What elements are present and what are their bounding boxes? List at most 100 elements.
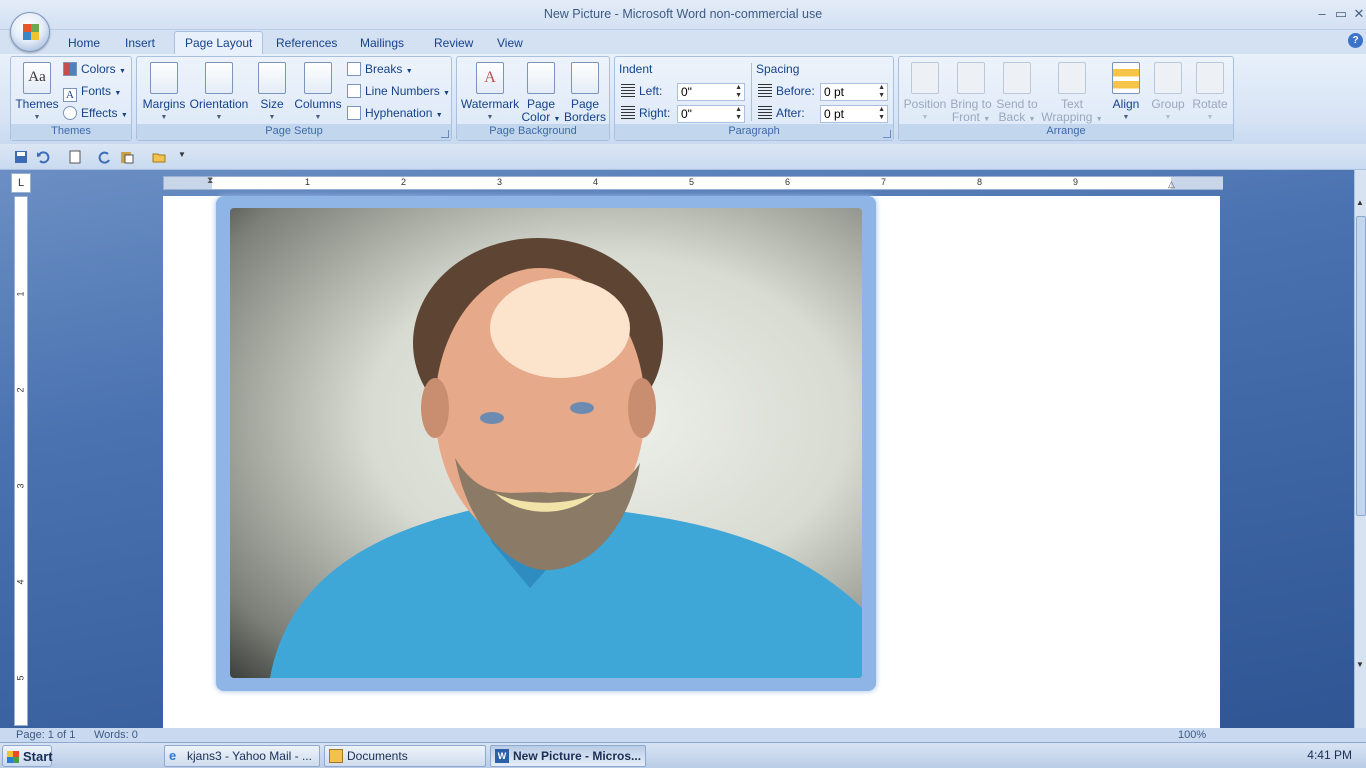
watermark-button[interactable]: A Watermark ▼ (459, 59, 521, 124)
fonts-button[interactable]: A Fonts ▼ (63, 82, 121, 102)
size-button[interactable]: Size ▼ (255, 59, 289, 124)
close-button[interactable]: ✕ (1350, 6, 1366, 22)
tab-insert[interactable]: Insert (115, 34, 165, 54)
zoom-level[interactable]: 100% (1178, 729, 1206, 741)
picture-frame[interactable] (216, 196, 876, 691)
minimize-button[interactable]: – (1313, 6, 1331, 21)
indent-right-spinner-icon[interactable]: ▲ ▼ (735, 106, 742, 122)
themes-button[interactable]: Aa Themes ▼ (15, 59, 59, 124)
ruler-number: 5 (15, 675, 26, 681)
page-borders-label-1: Page (570, 97, 600, 111)
taskbar-item-word[interactable]: W New Picture - Micros... (490, 745, 646, 767)
page-borders-button[interactable]: Page Borders (563, 59, 607, 124)
horizontal-ruler[interactable]: 1 2 3 4 5 6 7 8 9 ⧗ △ (163, 175, 1223, 190)
print-layout-icon[interactable] (68, 150, 82, 164)
page-count[interactable]: Page: 1 of 1 (16, 729, 75, 741)
spacing-before-label: Before: (758, 82, 815, 100)
office-logo-icon (23, 24, 39, 40)
text-wrapping-button[interactable]: Text Wrapping ▼ (1041, 59, 1103, 126)
tab-home[interactable]: Home (58, 34, 110, 54)
group-button[interactable]: Group ▼ (1147, 59, 1189, 124)
save-icon[interactable] (14, 150, 28, 164)
hyphenation-label: Hyphenation (365, 106, 433, 120)
quick-access-toolbar: ▼ (0, 144, 1366, 170)
tab-selector[interactable]: L (11, 173, 31, 193)
customize-toolbar-icon[interactable]: ▼ (178, 150, 186, 159)
redo-icon[interactable] (98, 150, 112, 164)
tab-mailings[interactable]: Mailings (350, 34, 414, 54)
tab-page-layout[interactable]: Page Layout (174, 31, 264, 55)
spacing-before-input[interactable]: 0 pt ▲ ▼ (820, 83, 888, 101)
scroll-up-icon[interactable]: ▲ (1356, 198, 1364, 207)
send-to-back-button[interactable]: Send to Back ▼ (995, 59, 1039, 126)
clock[interactable]: 4:41 PM (1307, 748, 1352, 762)
start-label: Start (23, 749, 53, 764)
line-numbers-button[interactable]: Line Numbers ▼ (347, 82, 450, 100)
orientation-label: Orientation (189, 97, 249, 111)
hyphenation-button[interactable]: Hyphenation ▼ (347, 104, 443, 122)
indent-left-spinner-icon[interactable]: ▲ ▼ (735, 84, 742, 100)
paragraph-launcher-icon[interactable] (883, 130, 891, 138)
scroll-down-icon[interactable]: ▼ (1356, 660, 1364, 669)
internet-explorer-icon: e (169, 748, 177, 763)
start-button[interactable]: Start (2, 745, 53, 767)
spacing-after-icon (758, 106, 772, 120)
paste-icon[interactable] (120, 150, 134, 164)
breaks-icon (347, 62, 361, 76)
paragraph-group-label: Paragraph (615, 124, 893, 140)
line-numbers-label: Line Numbers (365, 84, 440, 98)
bring-label-1: Bring to (950, 97, 992, 111)
portrait-photo[interactable] (230, 208, 862, 678)
spacing-after-input[interactable]: 0 pt ▲ ▼ (820, 105, 888, 123)
maximize-button[interactable]: ▭ (1332, 6, 1350, 22)
ruler-number: 2 (401, 177, 407, 187)
indent-left-input[interactable]: 0" ▲ ▼ (677, 83, 745, 101)
tab-review[interactable]: Review (424, 34, 483, 54)
align-icon (1112, 62, 1140, 94)
taskbar-item-documents[interactable]: Documents (324, 745, 486, 767)
columns-button[interactable]: Columns ▼ (293, 59, 343, 124)
taskbar-item-yahoo-mail[interactable]: e kjans3 - Yahoo Mail - ... (164, 745, 320, 767)
left-indent-marker-icon[interactable]: ⧗ (207, 175, 213, 186)
right-indent-marker-icon[interactable]: △ (1168, 179, 1175, 190)
spacing-after-spinner-icon[interactable]: ▲ ▼ (878, 106, 885, 122)
send-to-back-icon (1003, 62, 1031, 94)
spacing-before-spinner-icon[interactable]: ▲ ▼ (878, 84, 885, 100)
page-color-button[interactable]: Page Color ▼ (521, 59, 561, 126)
word-count[interactable]: Words: 0 (94, 729, 138, 741)
page-color-icon (527, 62, 555, 94)
ribbon: Aa Themes ▼ Colors ▼ A Fonts ▼ Effects ▼ T… (0, 54, 1366, 144)
open-folder-icon[interactable] (152, 150, 166, 164)
portrait-image-icon (270, 238, 862, 678)
tab-references[interactable]: References (266, 34, 347, 54)
tab-view[interactable]: View (487, 34, 533, 54)
orientation-button[interactable]: Orientation ▼ (187, 59, 251, 124)
bring-to-front-icon (957, 62, 985, 94)
vertical-scrollbar[interactable]: ▲ ▼ (1354, 170, 1366, 728)
rotate-button[interactable]: Rotate ▼ (1189, 59, 1231, 124)
indent-left-label: Left: (621, 82, 662, 100)
vertical-ruler[interactable]: 1 2 3 4 5 (14, 196, 28, 726)
arrange-group-label: Arrange (899, 124, 1233, 140)
office-button[interactable] (10, 12, 50, 52)
folder-icon (329, 749, 343, 763)
page-setup-launcher-icon[interactable] (441, 130, 449, 138)
scrollbar-thumb[interactable] (1356, 216, 1366, 516)
effects-button[interactable]: Effects ▼ (63, 104, 128, 122)
margins-button[interactable]: Margins ▼ (141, 59, 187, 124)
position-button[interactable]: Position ▼ (901, 59, 949, 124)
ruler-number: 4 (15, 579, 26, 585)
breaks-button[interactable]: Breaks ▼ (347, 60, 413, 78)
page-background-group: A Watermark ▼ Page Color ▼ Page Borders Page… (456, 56, 610, 141)
spacing-heading: Spacing (756, 62, 800, 76)
paragraph-divider (751, 63, 752, 121)
colors-button[interactable]: Colors ▼ (63, 60, 126, 78)
themes-group: Aa Themes ▼ Colors ▼ A Fonts ▼ Effects ▼ T… (10, 56, 132, 141)
undo-icon[interactable] (36, 150, 50, 164)
bring-to-front-button[interactable]: Bring to Front ▼ (949, 59, 993, 126)
help-icon[interactable]: ? (1348, 33, 1363, 48)
indent-right-input[interactable]: 0" ▲ ▼ (677, 105, 745, 123)
ruler-number: 8 (977, 177, 983, 187)
page-setup-group: Margins ▼ Orientation ▼ Size ▼ Columns ▼ Bre… (136, 56, 452, 141)
align-button[interactable]: Align ▼ (1107, 59, 1145, 124)
